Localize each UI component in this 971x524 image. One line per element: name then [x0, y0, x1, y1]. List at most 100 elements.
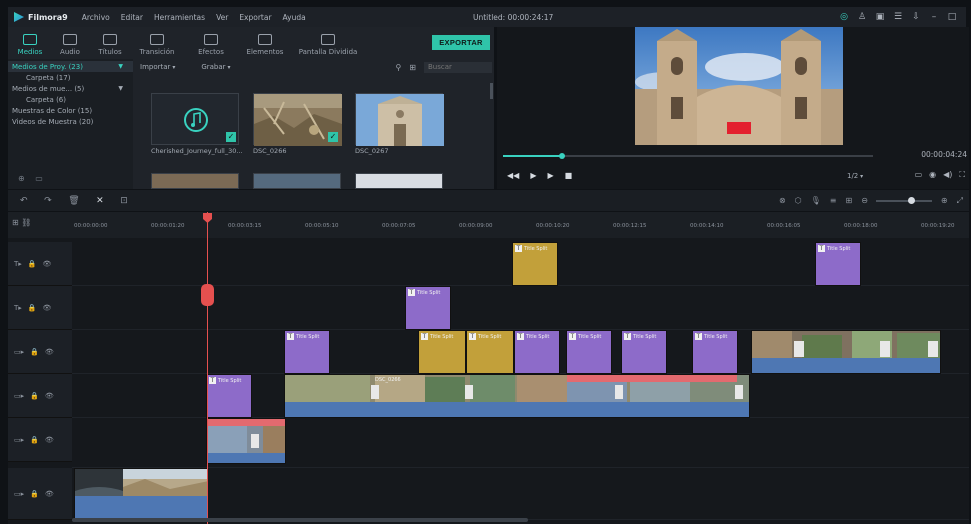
timeline-clip-title[interactable]: T Title Split [566, 330, 612, 374]
tab-pantalla-dividida[interactable]: Pantalla Dividida [292, 29, 364, 59]
media-thumb-audio[interactable]: ✓ [151, 93, 239, 145]
feedback-icon[interactable]: ☰ [892, 11, 904, 23]
menu-ayuda[interactable]: Ayuda [283, 13, 306, 22]
search-input[interactable] [424, 61, 492, 73]
timeline-clip-title[interactable]: T Title Split [284, 330, 330, 374]
mic-icon[interactable]: 🎙 [811, 196, 821, 205]
media-scrollbar[interactable] [490, 83, 493, 99]
crop-icon[interactable]: ⊡ [120, 196, 128, 206]
render-icon[interactable]: ⊗ [779, 196, 786, 205]
preview-quality-dropdown[interactable]: 1/2 [847, 172, 863, 180]
download-icon[interactable]: ⇩ [910, 11, 922, 23]
tab-elementos[interactable]: Elementos [238, 29, 292, 59]
folder-icon[interactable]: ▭ [35, 174, 43, 183]
timeline-clip-title[interactable]: T Title Split [692, 330, 738, 374]
playhead-line[interactable] [207, 212, 208, 524]
fullscreen-icon[interactable]: ⛶ [959, 170, 965, 180]
snap-icon[interactable]: ⊞ [845, 196, 852, 205]
timeline-ruler[interactable]: ⊞ ⛓ 00:00:00:00 00:00:01:20 00:00:03:15 … [8, 212, 969, 238]
help-icon[interactable]: ◎ [838, 11, 850, 23]
menu-exportar[interactable]: Exportar [239, 13, 271, 22]
add-track-icon[interactable]: ⊞ ⛓ [12, 218, 31, 227]
eye-icon[interactable]: 👁 [45, 392, 54, 400]
timeline-clip-video[interactable] [74, 468, 208, 520]
tab-titulos[interactable]: Títulos [90, 29, 130, 59]
zoom-out-icon[interactable]: ⊖ [861, 196, 868, 205]
notification-icon[interactable]: ▣ [874, 11, 886, 23]
skip-back-icon[interactable]: ◀◀ [507, 171, 519, 180]
menu-ver[interactable]: Ver [216, 13, 228, 22]
minimize-icon[interactable]: – [928, 11, 940, 23]
maximize-icon[interactable]: □ [946, 11, 958, 23]
marker-icon[interactable]: ⬡ [795, 196, 802, 205]
timeline-clip-title[interactable]: T Title Split [418, 330, 466, 374]
eye-icon[interactable]: 👁 [43, 304, 52, 312]
volume-icon[interactable]: ◀) [943, 170, 952, 180]
lock-icon[interactable]: 🔒 [30, 348, 39, 356]
lock-icon[interactable]: 🔒 [30, 392, 39, 400]
delete-icon[interactable]: 🗑 [68, 196, 79, 206]
zoom-slider[interactable] [875, 196, 932, 204]
media-thumb-dsc0266[interactable]: ✓ [253, 93, 342, 146]
library-item-videos[interactable]: Videos de Muestra (20) [8, 116, 133, 127]
library-item-colores[interactable]: Muestras de Color (15) [8, 105, 133, 116]
redo-icon[interactable]: ↷ [44, 196, 52, 206]
timeline-clip-title[interactable]: T Title Split [621, 330, 667, 374]
tab-audio[interactable]: Audio [50, 29, 90, 59]
timeline-clip-title[interactable]: T Title Split [514, 330, 560, 374]
stop-icon[interactable]: ■ [565, 171, 573, 180]
mixer-icon[interactable]: ≡ [830, 196, 837, 205]
preview-progress-bar[interactable] [503, 153, 873, 159]
fit-icon[interactable]: ⤢ [957, 196, 963, 206]
record-dropdown[interactable]: Grabar [201, 63, 230, 71]
monitor-icon[interactable]: ▭ [915, 170, 923, 180]
eye-icon[interactable]: 👁 [45, 490, 54, 498]
library-item-carpeta[interactable]: Carpeta (17) [8, 72, 133, 83]
library-item-muestra[interactable]: Medios de mue... (5) ▼ [8, 83, 133, 94]
playhead-scissor-marker[interactable] [201, 284, 214, 306]
menu-editar[interactable]: Editar [121, 13, 143, 22]
lock-icon[interactable]: 🔒 [28, 260, 37, 268]
account-icon[interactable]: ♙ [856, 11, 868, 23]
menu-archivo[interactable]: Archivo [82, 13, 110, 22]
timeline-clip-title[interactable]: T Title Split [405, 286, 451, 330]
undo-icon[interactable]: ↶ [20, 196, 28, 206]
zoom-knob[interactable] [907, 196, 915, 204]
media-thumb-row2-2[interactable] [253, 173, 341, 189]
filter-icon[interactable]: ⚲ [395, 63, 401, 72]
eye-icon[interactable]: 👁 [45, 436, 54, 444]
timeline-clip-title[interactable]: T Title Split [206, 374, 252, 418]
library-item-carpeta-2[interactable]: Carpeta (6) [8, 94, 133, 105]
media-thumb-row2-1[interactable] [151, 173, 239, 189]
lock-icon[interactable]: 🔒 [28, 304, 37, 312]
menu-herramientas[interactable]: Herramientas [154, 13, 205, 22]
media-thumb-dsc0267[interactable] [355, 93, 444, 146]
grid-view-icon[interactable]: ⊞ [409, 63, 416, 72]
import-dropdown[interactable]: Importar [140, 63, 175, 71]
play-icon[interactable]: ▶ [530, 171, 536, 180]
tab-transicion[interactable]: Transición [130, 29, 184, 59]
eye-icon[interactable]: 👁 [45, 348, 54, 356]
lock-icon[interactable]: 🔒 [30, 490, 39, 498]
timeline-clip-title[interactable]: T Title Split [815, 242, 861, 286]
timeline-clip-title[interactable]: T Title Split [512, 242, 558, 286]
timeline-clip-video[interactable]: DSC_0266 [284, 374, 750, 418]
lock-icon[interactable]: 🔒 [30, 436, 39, 444]
timeline-clip-video[interactable] [206, 418, 286, 464]
library-item-proyecto[interactable]: Medios de Proy. (23) ▼ [8, 61, 133, 72]
timeline-clip-video[interactable] [751, 330, 941, 374]
play-forward-icon[interactable]: ▶ [547, 171, 553, 180]
media-thumb-row2-3[interactable] [355, 173, 443, 189]
timeline-scrollbar[interactable] [72, 518, 528, 522]
timeline-clip-title[interactable]: T Title Split [466, 330, 514, 374]
preview-progress-knob[interactable] [559, 153, 566, 159]
cut-icon[interactable]: ✕ [96, 196, 104, 206]
add-folder-icon[interactable]: ⊕ [18, 174, 25, 183]
snapshot-icon[interactable]: ◉ [929, 170, 936, 180]
tab-efectos[interactable]: Efectos [184, 29, 238, 59]
zoom-in-icon[interactable]: ⊕ [941, 196, 948, 205]
export-button[interactable]: EXPORTAR [432, 35, 490, 50]
tab-medios[interactable]: Medios [10, 29, 50, 59]
ruler-tick: 00:00:19:20 [921, 223, 955, 229]
eye-icon[interactable]: 👁 [43, 260, 52, 268]
